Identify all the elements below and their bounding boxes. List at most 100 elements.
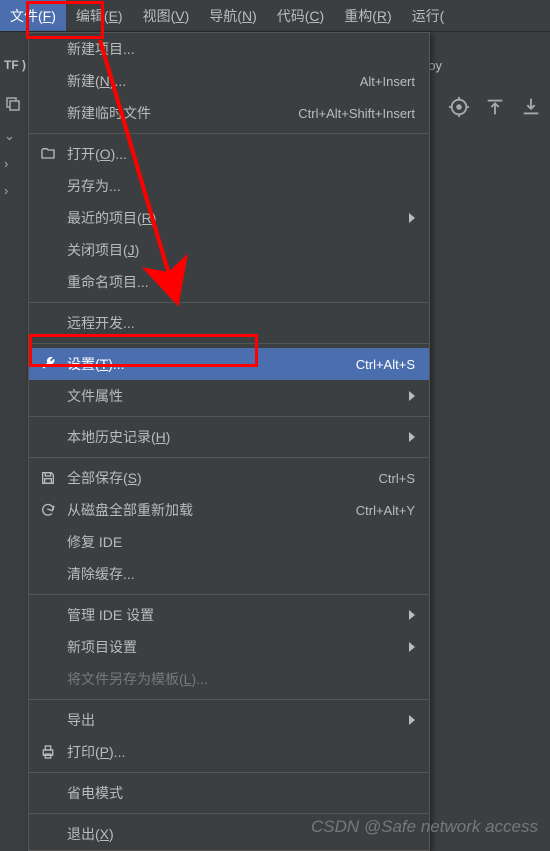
menu-label: 新建临时文件 [67, 103, 288, 123]
target-icon[interactable] [448, 96, 470, 121]
menu-label: 本地历史记录(H) [67, 427, 399, 447]
menu-repair-ide[interactable]: 修复 IDE [29, 526, 429, 558]
menu-shortcut: Ctrl+Alt+S [356, 357, 415, 372]
menu-save-all[interactable]: 全部保存(S) Ctrl+S [29, 462, 429, 494]
menu-print[interactable]: 打印(P)... [29, 736, 429, 768]
menu-new-project[interactable]: 新建项目... [29, 33, 429, 65]
submenu-arrow-icon [409, 213, 415, 223]
menu-separator [29, 343, 429, 344]
menu-open[interactable]: 打开(O)... [29, 138, 429, 170]
menu-separator [29, 302, 429, 303]
blank-icon [39, 387, 57, 405]
blank-icon [39, 638, 57, 656]
submenu-arrow-icon [409, 715, 415, 725]
menu-code[interactable]: 代码(C) [267, 0, 334, 31]
reload-icon [39, 501, 57, 519]
menu-close-project[interactable]: 关闭项目(J) [29, 234, 429, 266]
caret-right-icon[interactable]: › [4, 156, 26, 171]
menu-label: 管理 IDE 设置 [67, 605, 399, 625]
menu-run[interactable]: 运行( [402, 0, 455, 31]
menu-label: 清除缓存... [67, 564, 415, 584]
menu-label: 设置(T)... [67, 354, 346, 374]
menu-shortcut: Alt+Insert [360, 74, 415, 89]
menu-separator [29, 699, 429, 700]
menu-file[interactable]: 文件(F) [0, 0, 66, 31]
caret-right-icon[interactable]: › [4, 183, 26, 198]
left-sidebar: ⌄ › › [4, 95, 26, 198]
menu-label: 另存为... [67, 176, 415, 196]
submenu-arrow-icon [409, 642, 415, 652]
menu-rename-project[interactable]: 重命名项目... [29, 266, 429, 298]
menu-label: 关闭项目(J) [67, 240, 415, 260]
blank-icon [39, 428, 57, 446]
submenu-arrow-icon [409, 610, 415, 620]
blank-icon [39, 209, 57, 227]
menu-manage-ide[interactable]: 管理 IDE 设置 [29, 599, 429, 631]
menu-label: 导出 [67, 710, 399, 730]
menu-label: 打印(P)... [67, 742, 415, 762]
blank-icon [39, 104, 57, 122]
menu-local-history[interactable]: 本地历史记录(H) [29, 421, 429, 453]
menu-label: 省电模式 [67, 783, 415, 803]
menu-label: 全部保存(S) [67, 468, 369, 488]
save-icon [39, 469, 57, 487]
caret-down-icon[interactable]: ⌄ [4, 128, 26, 144]
bg-text-tf: TF ) [4, 58, 26, 72]
blank-icon [39, 177, 57, 195]
blank-icon [39, 711, 57, 729]
blank-icon [39, 533, 57, 551]
menu-export[interactable]: 导出 [29, 704, 429, 736]
menu-label: 重命名项目... [67, 272, 415, 292]
copy-icon[interactable] [4, 95, 26, 116]
watermark: CSDN @Safe network access [311, 817, 538, 837]
menu-shortcut: Ctrl+Alt+Y [356, 503, 415, 518]
menu-remote-dev[interactable]: 远程开发... [29, 307, 429, 339]
file-dropdown-menu: 新建项目... 新建(N)... Alt+Insert 新建临时文件 Ctrl+… [28, 32, 430, 851]
menu-label: 将文件另存为模板(L)... [67, 669, 415, 689]
folder-open-icon [39, 145, 57, 163]
menu-settings[interactable]: 设置(T)... Ctrl+Alt+S [29, 348, 429, 380]
menu-nav[interactable]: 导航(N) [199, 0, 266, 31]
menu-separator [29, 772, 429, 773]
menu-scratch[interactable]: 新建临时文件 Ctrl+Alt+Shift+Insert [29, 97, 429, 129]
menu-refactor[interactable]: 重构(R) [334, 0, 401, 31]
menu-save-as[interactable]: 另存为... [29, 170, 429, 202]
menu-label: 修复 IDE [67, 532, 415, 552]
blank-icon [39, 241, 57, 259]
expand-icon[interactable] [484, 96, 506, 121]
menu-label: 新项目设置 [67, 637, 399, 657]
blank-icon [39, 784, 57, 802]
collapse-icon[interactable] [520, 96, 542, 121]
menu-clear-cache[interactable]: 清除缓存... [29, 558, 429, 590]
submenu-arrow-icon [409, 391, 415, 401]
menu-power-save[interactable]: 省电模式 [29, 777, 429, 809]
printer-icon [39, 743, 57, 761]
menu-new[interactable]: 新建(N)... Alt+Insert [29, 65, 429, 97]
menu-separator [29, 133, 429, 134]
menu-label: 新建项目... [67, 39, 415, 59]
menu-separator [29, 813, 429, 814]
blank-icon [39, 314, 57, 332]
menu-separator [29, 416, 429, 417]
blank-icon [39, 606, 57, 624]
blank-icon [39, 72, 57, 90]
menu-recent[interactable]: 最近的项目(R) [29, 202, 429, 234]
menu-edit[interactable]: 编辑(E) [66, 0, 133, 31]
menu-new-project-settings[interactable]: 新项目设置 [29, 631, 429, 663]
menu-separator [29, 457, 429, 458]
menu-view[interactable]: 视图(V) [133, 0, 200, 31]
menu-label: 远程开发... [67, 313, 415, 333]
wrench-icon [39, 355, 57, 373]
blank-icon [39, 273, 57, 291]
menu-file-props[interactable]: 文件属性 [29, 380, 429, 412]
menu-shortcut: Ctrl+S [379, 471, 415, 486]
toolbar-right-icons [448, 96, 542, 121]
bg-text-oy: oy [428, 58, 442, 73]
menu-separator [29, 594, 429, 595]
menu-reload-disk[interactable]: 从磁盘全部重新加载 Ctrl+Alt+Y [29, 494, 429, 526]
menu-label: 最近的项目(R) [67, 208, 399, 228]
menu-shortcut: Ctrl+Alt+Shift+Insert [298, 106, 415, 121]
blank-icon [39, 40, 57, 58]
menu-label: 从磁盘全部重新加载 [67, 500, 346, 520]
menu-label: 新建(N)... [67, 71, 350, 91]
